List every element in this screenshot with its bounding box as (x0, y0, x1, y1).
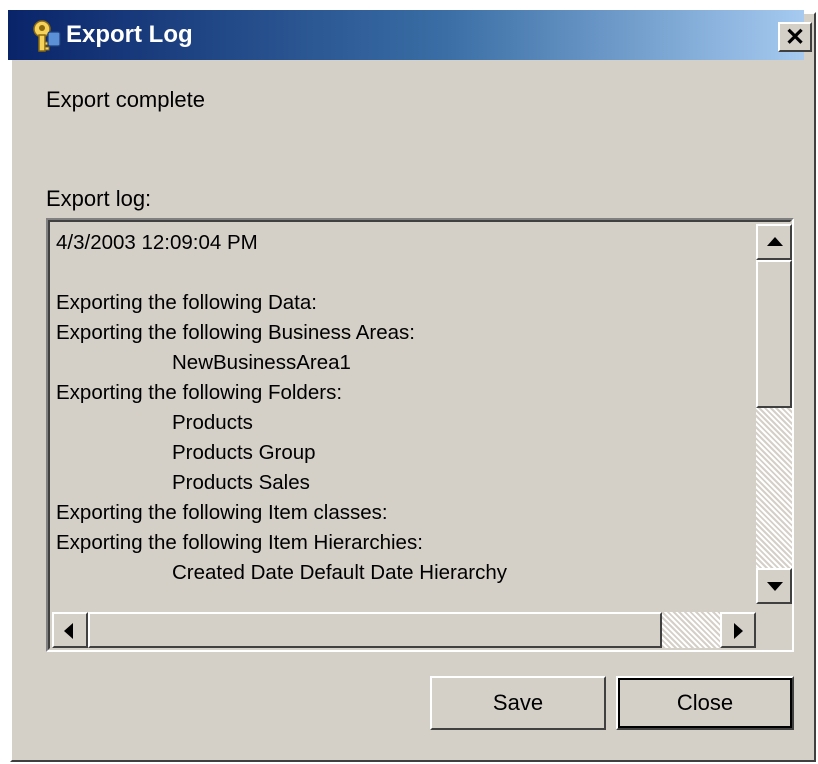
scroll-left-arrow-icon (64, 623, 73, 639)
scroll-right-button[interactable] (720, 612, 756, 648)
log-line: Exporting the following Business Areas: (56, 321, 415, 344)
log-line: Products Group (172, 441, 316, 464)
scroll-up-arrow-icon (767, 237, 783, 246)
scroll-right-arrow-icon (734, 623, 743, 639)
scrollbar-corner (756, 612, 792, 648)
log-line: Exporting the following Folders: (56, 381, 343, 404)
window-title: Export Log (66, 21, 193, 48)
export-log-label: Export log: (46, 186, 152, 211)
scroll-down-button[interactable] (756, 568, 792, 604)
vertical-scrollbar[interactable] (756, 224, 792, 604)
export-key-icon (26, 18, 62, 54)
close-button[interactable]: Close (616, 676, 794, 730)
close-window-button[interactable]: ✕ (778, 22, 812, 52)
save-button[interactable]: Save (430, 676, 606, 730)
log-line: Exporting the following Item classes: (56, 501, 388, 524)
scroll-down-arrow-icon (767, 582, 783, 591)
log-line: Products (172, 411, 253, 434)
scroll-up-button[interactable] (756, 224, 792, 260)
export-log-textbox[interactable]: 4/3/2003 12:09:04 PM Exporting the follow… (46, 218, 794, 652)
log-line: 4/3/2003 12:09:04 PM (56, 231, 258, 254)
log-inner-border: 4/3/2003 12:09:04 PM Exporting the follow… (48, 220, 792, 650)
close-icon: ✕ (784, 23, 806, 51)
title-bar[interactable]: Export Log (8, 10, 804, 60)
log-line: Created Date Default Date Hierarchy (172, 561, 507, 584)
scroll-left-button[interactable] (52, 612, 88, 648)
vertical-scroll-thumb[interactable] (756, 260, 792, 408)
log-line: NewBusinessArea1 (172, 351, 351, 374)
horizontal-scroll-thumb[interactable] (88, 612, 662, 648)
log-text-area[interactable]: 4/3/2003 12:09:04 PM Exporting the follow… (56, 228, 754, 606)
horizontal-scrollbar[interactable] (52, 612, 756, 648)
log-line: Exporting the following Item Hierarchies… (56, 531, 423, 554)
log-line: Exporting the following Data: (56, 291, 317, 314)
export-status-text: Export complete (46, 87, 205, 112)
log-line: Products Sales (172, 471, 310, 494)
